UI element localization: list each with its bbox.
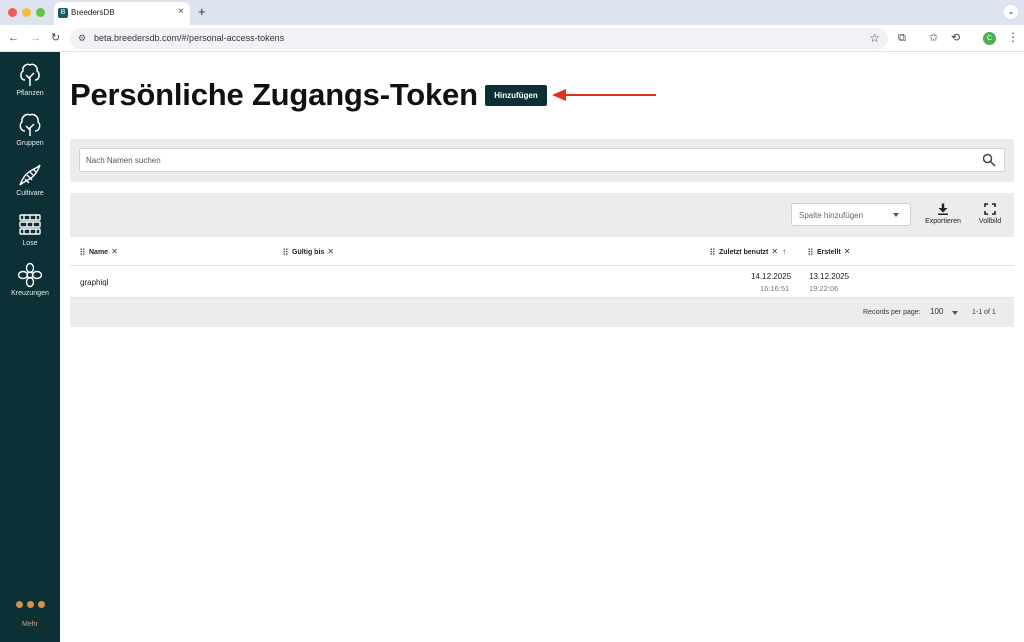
table-panel: Spalte hinzufügen Exportieren Vollbild N… [70, 193, 1014, 327]
drag-handle-icon[interactable] [808, 248, 813, 255]
sidebar-item-gruppen[interactable]: Gruppen [0, 112, 60, 147]
cell-name: graphiql [80, 278, 109, 287]
table-header: Name ✕ Gültig bis ✕ Zuletzt benutzt ✕ ↑ Erst… [70, 237, 1014, 266]
more-dots-icon[interactable] [16, 601, 46, 609]
tab-title: BreedersDB [71, 8, 115, 17]
pagination-range: 1-1 of 1 [972, 309, 996, 316]
cell-created-time: 19:22:06 [809, 284, 839, 293]
minimize-window-button[interactable] [22, 8, 31, 17]
maximize-window-button[interactable] [36, 8, 45, 17]
reload-icon[interactable]: ↻ [51, 31, 60, 45]
sidebar-item-kreuzungen[interactable]: Kreuzungen [0, 262, 60, 297]
lots-icon [19, 214, 41, 235]
sidebar-item-label: Gruppen [16, 140, 44, 147]
url-text[interactable]: beta.breedersdb.com/#/personal-access-to… [94, 33, 284, 43]
search-panel [70, 139, 1014, 182]
fullscreen-label: Vollbild [978, 218, 1002, 225]
extensions-icon[interactable]: ⧉ [898, 31, 906, 45]
fullscreen-icon [984, 203, 996, 215]
bookmark-star-icon[interactable]: ☆ [869, 31, 880, 45]
tab-close-icon[interactable]: × [178, 6, 184, 17]
history-icon[interactable]: ⟲ [951, 31, 960, 45]
browser-menu-icon[interactable]: ⋮ [1007, 31, 1019, 43]
search-icon[interactable] [982, 153, 996, 167]
sidebar-item-cultivare[interactable]: Cultivare [0, 162, 60, 197]
close-window-button[interactable] [8, 8, 17, 17]
add-column-placeholder: Spalte hinzufügen [799, 211, 864, 220]
add-column-select[interactable]: Spalte hinzufügen [791, 203, 911, 226]
column-header-valid-until[interactable]: Gültig bis ✕ [283, 247, 334, 256]
trees-icon [19, 113, 41, 136]
browser-toolbar: ← → ↻ ⚙ beta.breedersdb.com/#/personal-a… [0, 25, 1024, 52]
page-title: Persönliche Zugangs-Token [70, 77, 478, 112]
address-bar[interactable]: ⚙ beta.breedersdb.com/#/personal-access-… [70, 28, 888, 49]
column-header-last-used[interactable]: Zuletzt benutzt ✕ ↑ [710, 247, 786, 256]
chevron-down-icon [893, 213, 899, 217]
back-arrow-icon[interactable]: ← [8, 31, 19, 45]
records-per-page-label: Records per page: [863, 309, 921, 316]
browser-titlebar: B BreedersDB × + ⌄ [0, 0, 1024, 25]
remove-column-icon[interactable]: ✕ [844, 247, 851, 256]
add-token-button[interactable]: Hinzufügen [485, 85, 547, 106]
sidebar-item-label: Cultivare [16, 190, 44, 197]
dna-icon [19, 164, 41, 186]
fullscreen-button[interactable]: Vollbild [972, 203, 1008, 225]
favicon-icon: B [58, 8, 68, 18]
remove-column-icon[interactable]: ✕ [771, 247, 778, 256]
download-icon [938, 203, 948, 215]
sidebar-item-label: Kreuzungen [11, 290, 49, 297]
search-box[interactable] [79, 148, 1005, 172]
sidebar-item-pflanzen[interactable]: Pflanzen [0, 62, 60, 97]
sidebar-item-lose[interactable]: Lose [0, 212, 60, 247]
column-header-created[interactable]: Erstellt ✕ [808, 247, 850, 256]
remove-column-icon[interactable]: ✕ [111, 247, 118, 256]
drag-handle-icon[interactable] [80, 248, 85, 255]
records-per-page-select[interactable]: 100 [930, 307, 943, 316]
sidebar-item-label: Lose [22, 240, 38, 247]
export-button[interactable]: Exportieren [920, 203, 966, 225]
column-header-name[interactable]: Name ✕ [80, 247, 118, 256]
site-info-icon[interactable]: ⚙ [78, 33, 86, 44]
drag-handle-icon[interactable] [283, 248, 288, 255]
sort-ascending-icon[interactable]: ↑ [782, 247, 786, 256]
remove-column-icon[interactable]: ✕ [327, 247, 334, 256]
sidebar-more-label[interactable]: Mehr [0, 621, 60, 628]
tree-icon [20, 63, 40, 86]
flower-icon [17, 262, 43, 288]
sidebar-item-label: Pflanzen [16, 90, 44, 97]
cell-created-date: 13.12.2025 [809, 272, 850, 281]
table-row[interactable]: graphiql 14.12.2025 16:16:51 13.12.2025 … [70, 266, 1014, 298]
tab-search-icon[interactable]: ⌄ [1004, 5, 1018, 19]
cell-last-used-date: 14.12.2025 [751, 272, 792, 281]
drag-handle-icon[interactable] [710, 248, 715, 255]
annotation-arrow-icon [552, 89, 656, 101]
forward-arrow-icon[interactable]: → [30, 31, 41, 45]
browser-tab[interactable]: B BreedersDB × [54, 2, 190, 25]
bookmarks-icon[interactable]: ✩ [929, 31, 938, 45]
search-input[interactable] [86, 153, 966, 168]
chevron-down-icon[interactable] [952, 311, 958, 315]
export-label: Exportieren [925, 218, 961, 225]
cell-last-used-time: 16:16:51 [760, 284, 790, 293]
new-tab-button[interactable]: + [198, 5, 206, 18]
profile-avatar[interactable]: C [983, 32, 996, 45]
sidebar: Pflanzen Gruppen Cultivare Lose Kreuzung… [0, 52, 60, 642]
